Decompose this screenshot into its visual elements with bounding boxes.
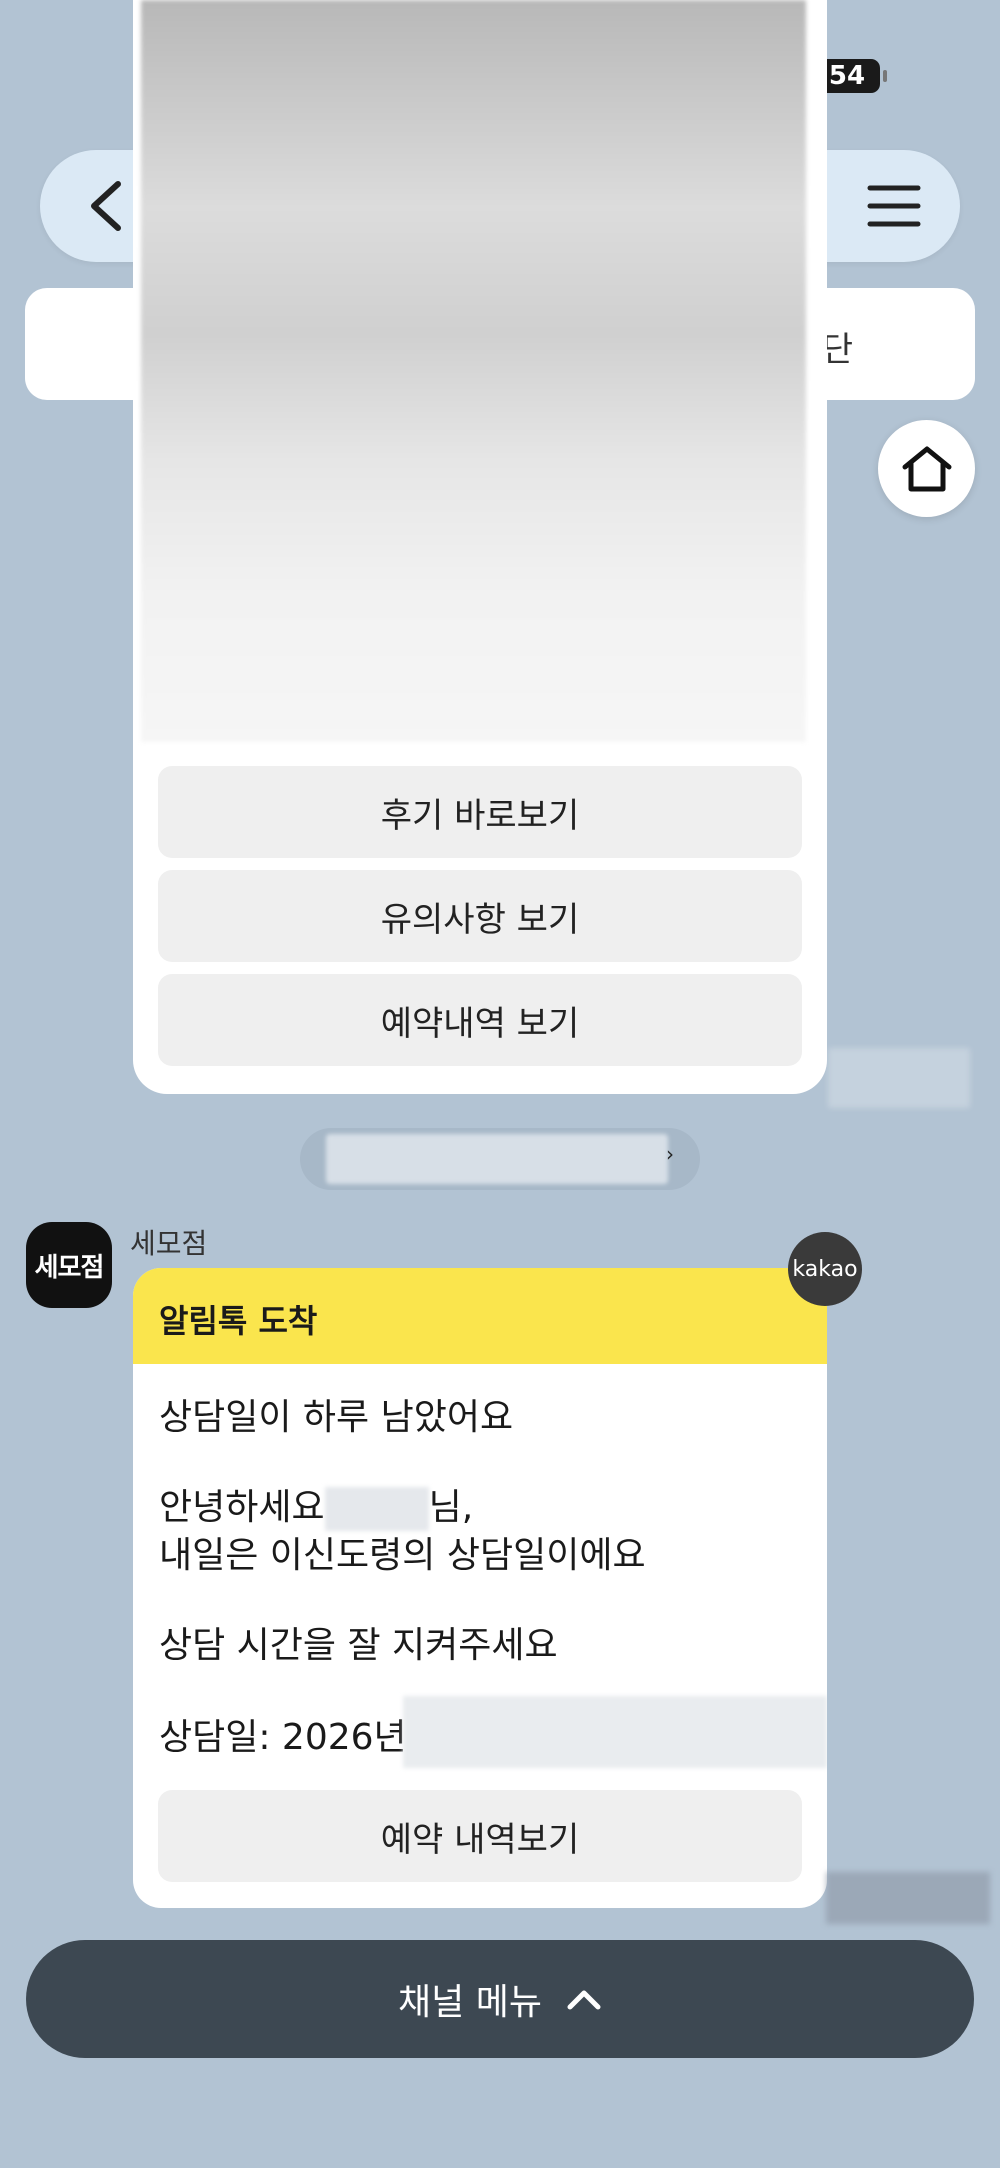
menu-icon[interactable] xyxy=(866,180,922,232)
chevron-up-icon xyxy=(567,1990,601,2010)
date-divider: › xyxy=(300,1128,700,1190)
recipient-name-masked xyxy=(324,1487,429,1531)
reservation-history-button[interactable]: 예약내역 보기 xyxy=(158,974,802,1066)
alimtalk-card: 알림톡 도착 상담일이 하루 남았어요 안녕하세요 님, 내일은 이신도령의 상담… xyxy=(133,1268,827,1908)
home-icon xyxy=(902,446,951,491)
greeting-prefix: 안녕하세요 xyxy=(159,1487,325,1528)
date-divider-masked xyxy=(326,1134,668,1184)
message-time-masked xyxy=(828,1048,970,1108)
alimtalk-header-text: 알림톡 도착 xyxy=(159,1302,318,1340)
reservation-detail-button[interactable]: 예약 내역보기 xyxy=(158,1790,802,1882)
tomorrow-line: 내일은 이신도령의 상담일이에요 xyxy=(159,1535,646,1576)
message-time-masked-2 xyxy=(826,1872,990,1924)
keep-time-line: 상담 시간을 잘 지켜주세요 xyxy=(159,1625,558,1666)
channel-menu-label: 채널 메뉴 xyxy=(398,1982,542,2023)
kakao-badge: kakao xyxy=(788,1232,862,1306)
blurred-image xyxy=(141,0,806,742)
channel-menu-button[interactable]: 채널 메뉴 xyxy=(26,1940,974,2058)
battery-level: 54 xyxy=(828,61,866,91)
back-chevron-icon[interactable] xyxy=(78,174,138,238)
chevron-right-icon: › xyxy=(666,1142,674,1166)
date-line: 상담일: 2026년 xyxy=(159,1717,407,1758)
sender-name: 세모점 xyxy=(130,1227,208,1260)
message-card-upper: 후기 바로보기 유의사항 보기 예약내역 보기 xyxy=(133,0,827,1094)
review-button[interactable]: 후기 바로보기 xyxy=(158,766,802,858)
notice-button[interactable]: 유의사항 보기 xyxy=(158,870,802,962)
date-masked xyxy=(403,1696,827,1768)
home-button[interactable] xyxy=(878,420,975,517)
avatar[interactable]: 세모점 xyxy=(26,1222,112,1308)
greeting-suffix: 님, xyxy=(428,1487,474,1528)
alimtalk-header: 알림톡 도착 xyxy=(133,1268,827,1364)
greeting-line: 안녕하세요 님, xyxy=(159,1478,473,1531)
alimtalk-title: 상담일이 하루 남았어요 xyxy=(159,1397,514,1438)
